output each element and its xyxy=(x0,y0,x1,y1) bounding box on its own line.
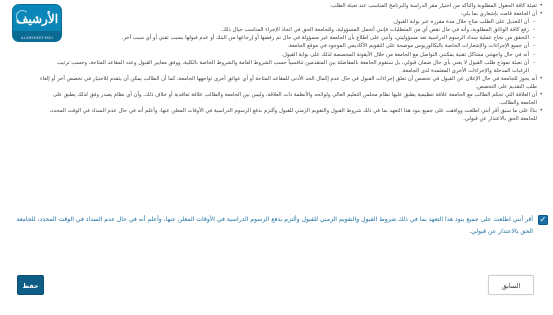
checkmark-icon: ✓ xyxy=(539,215,547,224)
terms-sub-item: رفع كافة الوثائق المطلوبة، وأنه في حال ن… xyxy=(40,26,546,34)
consent-label: أقر أنني اطلعت على جميع بنود هذا التعهد … xyxy=(16,216,533,235)
terms-sub-item: أن التعديل على الطلب متاح خلال مدة مقررة… xyxy=(40,18,546,26)
archive-logo: الأرشيف ALARSHEEF.EDU xyxy=(12,4,62,42)
previous-button[interactable]: السابق xyxy=(488,275,534,295)
terms-sub-item: أن جميع الإجراءات والإشعارات الخاصة بالب… xyxy=(40,42,546,50)
save-button[interactable]: حفظ xyxy=(17,275,44,295)
logo-subtitle: ALARSHEEF.EDU xyxy=(21,36,53,40)
terms-item: تعبئة كافة الحقول المطلوبة والتأكد من اخ… xyxy=(40,2,546,10)
terms-sub-item: أن تعبئة نموذج طلب القبول لا يعني بأي حا… xyxy=(40,59,546,75)
terms-item: بناءً على ما سبق أقر أنني اطلعت ووافقت ع… xyxy=(40,107,546,123)
logo-title: الأرشيف xyxy=(15,12,59,26)
consent-checkbox[interactable]: ✓ xyxy=(538,215,548,225)
terms-content: تعبئة كافة الحقول المطلوبة والتأكد من اخ… xyxy=(40,2,546,196)
terms-list: تعبئة كافة الحقول المطلوبة والتأكد من اخ… xyxy=(40,2,546,123)
terms-item: أن الجامعة قامت بإشعاري بما يلي: xyxy=(40,10,546,18)
terms-item: أن العلاقة التي تحكم الطالب مع الجامعة ع… xyxy=(40,91,546,107)
terms-sub-item: أنه في حال واجهتني مشاكل تقنية يمكنني ال… xyxy=(40,51,546,59)
terms-sub-item: التحقق من نجاح عملية سداد الرسوم الدراسي… xyxy=(40,34,546,42)
terms-item: أنه يجوز للجامعة في حال الإعلان عن القبو… xyxy=(40,75,546,91)
consent-row[interactable]: ✓ أقر أنني اطلعت على جميع بنود هذا التعه… xyxy=(14,213,550,243)
